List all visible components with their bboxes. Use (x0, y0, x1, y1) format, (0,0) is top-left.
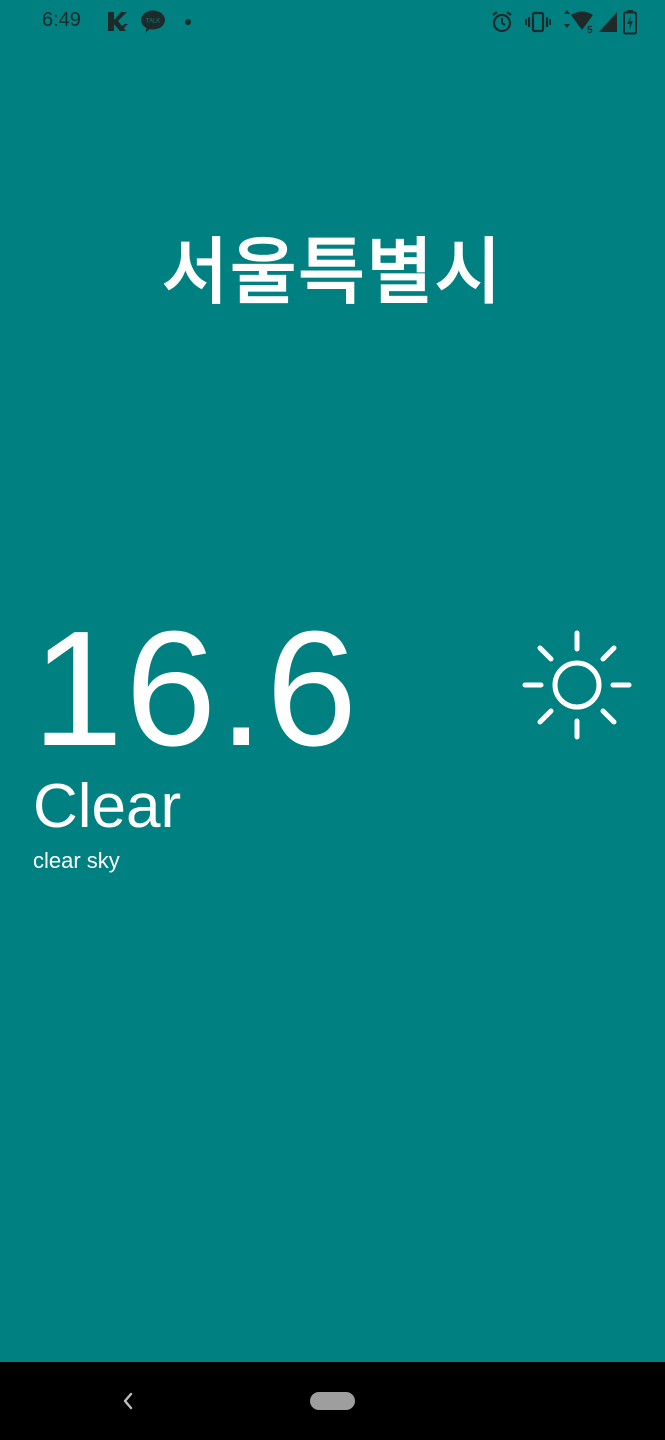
status-bar: 6:49 TALK 5 (0, 0, 665, 44)
svg-text:5: 5 (587, 25, 593, 35)
kakaotalk-icon: TALK (141, 10, 165, 33)
back-icon[interactable] (118, 1388, 138, 1414)
status-time: 6:49 (42, 9, 81, 31)
temperature-value: 16.6 (32, 597, 360, 780)
cell-signal-icon (599, 12, 617, 32)
alarm-icon (492, 11, 512, 33)
sun-icon (522, 630, 632, 740)
k-app-icon (108, 12, 128, 31)
vibrate-icon (525, 11, 551, 33)
weather-description: clear sky (33, 848, 120, 873)
city-name: 서울특별시 (161, 230, 504, 314)
notification-dot-icon (185, 19, 191, 25)
weather-condition: Clear (33, 772, 182, 841)
battery-icon (623, 10, 637, 35)
home-pill[interactable] (310, 1392, 355, 1410)
kakaotalk-label: TALK (146, 19, 161, 25)
navigation-bar (0, 1362, 665, 1440)
wifi-icon: 5 (564, 10, 593, 35)
